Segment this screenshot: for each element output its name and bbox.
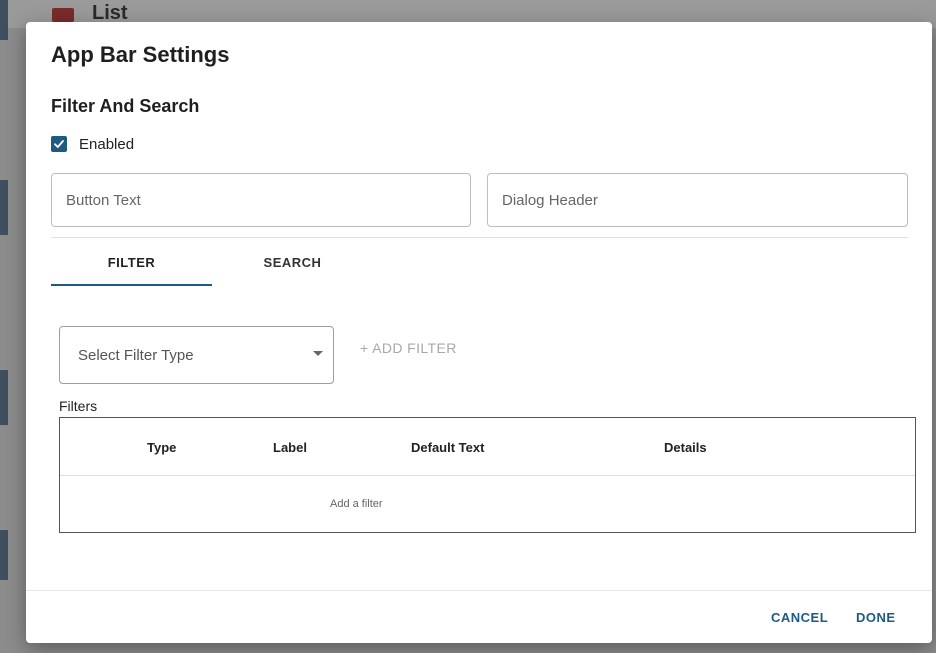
filter-type-select-placeholder: Select Filter Type [78,346,194,364]
column-header-label: Label [273,440,307,455]
caret-down-icon [313,351,323,356]
dialog-header-field[interactable]: Dialog Header [487,173,908,227]
cancel-button[interactable]: CANCEL [771,610,828,625]
check-icon [54,140,64,148]
tab-search[interactable]: SEARCH [212,255,373,270]
app-bar-settings-dialog: App Bar Settings Filter And Search Enabl… [26,22,932,643]
filters-label: Filters [59,398,98,414]
table-empty-text: Add a filter [330,498,383,510]
enabled-checkbox-row[interactable]: Enabled [51,134,134,154]
enabled-label: Enabled [79,135,135,153]
tab-filter[interactable]: FILTER [51,255,212,270]
done-button[interactable]: DONE [856,610,896,625]
background-strip [0,530,8,580]
divider [51,237,908,238]
background-strip [0,180,8,235]
active-tab-indicator [51,284,212,286]
section-title: Filter And Search [51,96,200,116]
dialog-title: App Bar Settings [51,42,230,67]
table-header-divider [60,475,915,476]
button-text-field[interactable]: Button Text [51,173,471,227]
list-icon [52,8,74,22]
background-strip [0,370,8,425]
footer-divider [26,590,932,591]
column-header-type: Type [147,440,177,455]
background-strip [0,0,8,40]
enabled-checkbox[interactable] [51,136,67,152]
filter-type-select[interactable]: Select Filter Type [59,326,334,384]
column-header-default-text: Default Text [411,440,485,455]
filters-table: Type Label Default Text Details Add a fi… [59,417,916,533]
add-filter-button[interactable]: + ADD FILTER [360,340,457,356]
column-header-details: Details [664,440,707,455]
